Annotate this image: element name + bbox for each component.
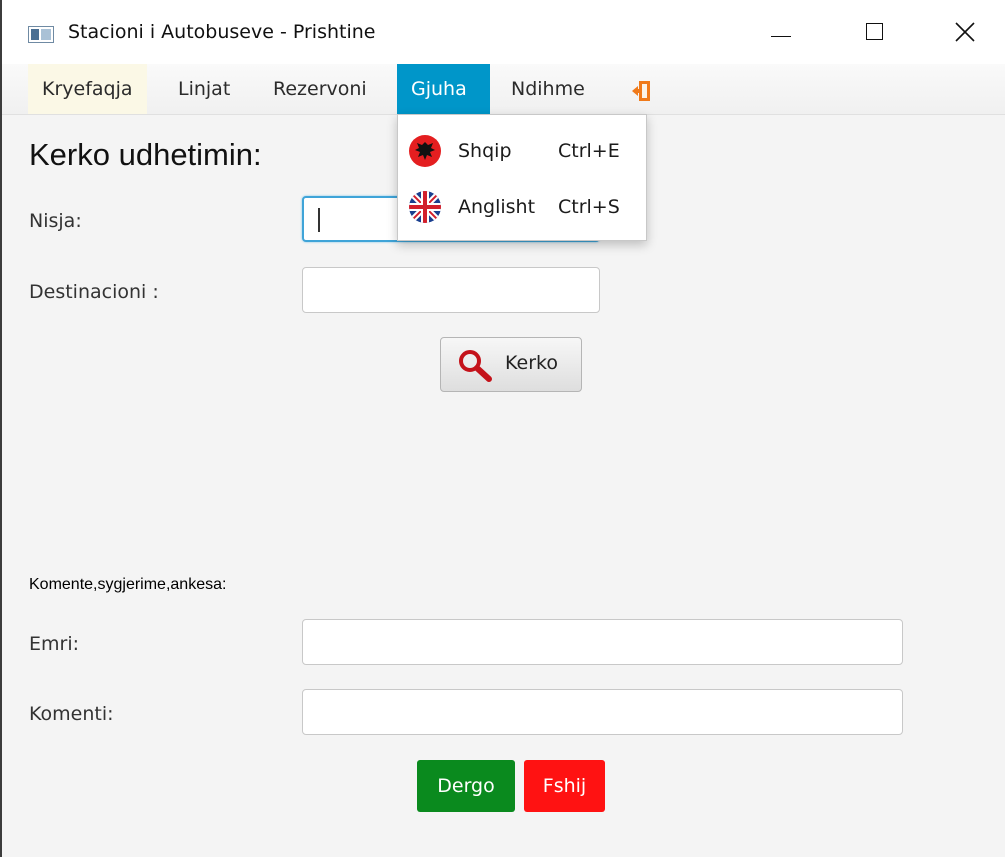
close-button[interactable] <box>943 0 989 64</box>
minimize-icon <box>771 36 791 37</box>
search-icon <box>459 350 492 382</box>
search-heading: Kerko udhetimin: <box>29 137 262 172</box>
text-caret <box>318 208 320 232</box>
shqip-shortcut: Ctrl+E <box>558 140 620 162</box>
language-dropdown: Shqip Ctrl+E Anglisht Ctrl+S <box>397 114 647 241</box>
app-window: Stacioni i Autobuseve - Prishtine Kryefa… <box>0 0 1005 857</box>
maximize-button[interactable] <box>853 0 899 64</box>
shqip-label: Shqip <box>458 140 512 162</box>
departure-label: Nisja: <box>29 210 82 232</box>
comment-input[interactable] <box>302 689 903 735</box>
app-icon <box>28 26 54 43</box>
comment-label: Komenti: <box>29 703 114 725</box>
title-bar: Stacioni i Autobuseve - Prishtine <box>2 0 1005 64</box>
send-button[interactable]: Dergo <box>417 760 515 812</box>
maximize-icon <box>866 23 883 40</box>
close-icon <box>955 22 975 42</box>
name-label: Emri: <box>29 633 80 655</box>
menu-item-shqip[interactable]: Shqip Ctrl+E <box>398 127 646 177</box>
menu-gjuha[interactable]: Gjuha <box>397 64 490 114</box>
clear-button[interactable]: Fshij <box>524 760 605 812</box>
destination-input[interactable] <box>302 267 600 313</box>
search-button-label: Kerko <box>505 352 558 374</box>
search-button[interactable]: Kerko <box>440 337 582 392</box>
name-input[interactable] <box>302 619 903 665</box>
destination-label: Destinacioni : <box>29 281 159 303</box>
menu-rezervoni[interactable]: Rezervoni <box>259 64 381 114</box>
anglisht-shortcut: Ctrl+S <box>558 196 620 218</box>
menu-item-anglisht[interactable]: Anglisht Ctrl+S <box>398 183 646 233</box>
anglisht-label: Anglisht <box>458 196 536 218</box>
exit-door-icon[interactable] <box>630 79 652 103</box>
albania-flag-icon <box>409 135 441 167</box>
minimize-button[interactable] <box>759 0 805 64</box>
menu-ndihme[interactable]: Ndihme <box>497 64 599 114</box>
menu-bar: Kryefaqja Linjat Rezervoni Gjuha Ndihme <box>2 64 1005 115</box>
feedback-section-label: Komente,sygjerime,ankesa: <box>29 576 227 593</box>
uk-flag-icon <box>409 191 441 223</box>
menu-linjat[interactable]: Linjat <box>164 64 244 114</box>
window-title: Stacioni i Autobuseve - Prishtine <box>68 21 376 43</box>
menu-kryefaqja[interactable]: Kryefaqja <box>28 64 147 114</box>
